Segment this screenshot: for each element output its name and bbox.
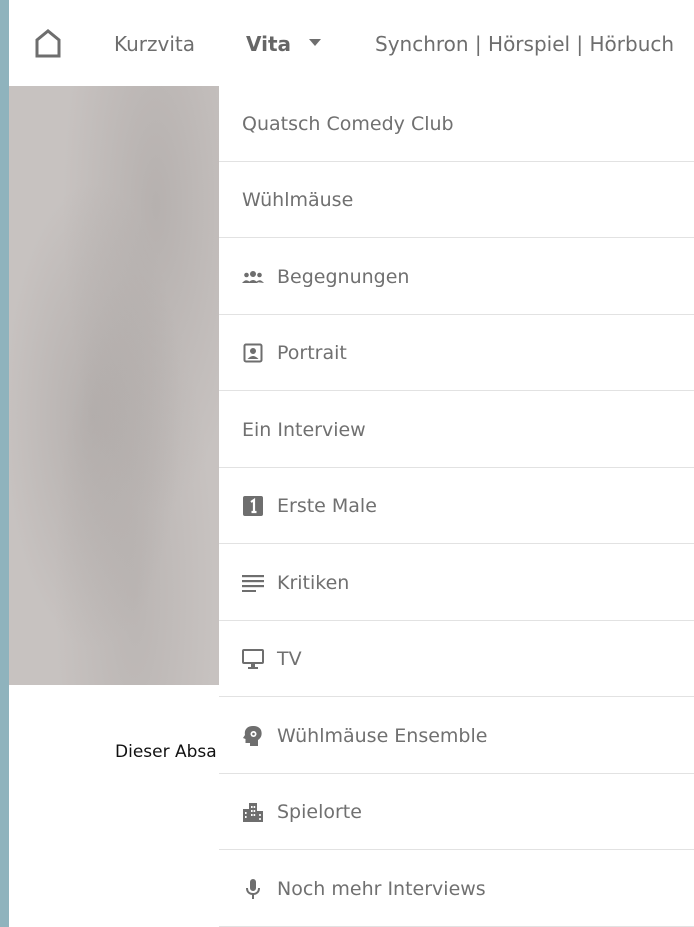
menu-item-label: Kritiken	[277, 571, 350, 594]
menu-item-spielorte[interactable]: Spielorte	[219, 774, 694, 850]
number-one-icon	[242, 495, 264, 517]
menu-item-label: Ein Interview	[242, 418, 366, 441]
head-gear-icon	[242, 725, 264, 747]
nav-link-kurzvita[interactable]: Kurzvita	[114, 31, 195, 57]
lines-icon	[242, 572, 264, 594]
menu-item-kritiken[interactable]: Kritiken	[219, 545, 694, 621]
menu-item-ein-interview[interactable]: Ein Interview	[219, 392, 694, 468]
monitor-icon	[242, 648, 264, 670]
nav-link-synchron[interactable]: Synchron | Hörspiel | Hörbuch	[375, 31, 674, 57]
menu-item-portrait[interactable]: Portrait	[219, 315, 694, 391]
menu-item-tv[interactable]: TV	[219, 621, 694, 697]
menu-item-label: Wühlmäuse Ensemble	[277, 724, 488, 747]
menu-item-label: Erste Male	[277, 494, 377, 517]
nav-link-vita[interactable]: Vita	[246, 31, 291, 57]
caret-down-icon[interactable]	[308, 38, 322, 48]
hero-image	[9, 86, 219, 685]
left-accent-strip	[0, 0, 9, 927]
menu-item-label: Spielorte	[277, 800, 362, 823]
top-navigation: Kurzvita Vita Synchron | Hörspiel | Hörb…	[9, 0, 694, 86]
menu-item-wuehlmaeuse[interactable]: Wühlmäuse	[219, 162, 694, 238]
microphone-icon	[242, 878, 264, 900]
hero-image-texture	[9, 86, 219, 685]
menu-item-noch-mehr-interviews[interactable]: Noch mehr Interviews	[219, 851, 694, 927]
city-icon	[242, 801, 264, 823]
menu-item-wuehlmaeuse-ensemble[interactable]: Wühlmäuse Ensemble	[219, 698, 694, 774]
home-icon[interactable]	[33, 28, 63, 60]
menu-item-label: Wühlmäuse	[242, 188, 354, 211]
portrait-icon	[242, 342, 264, 364]
menu-item-label: Quatsch Comedy Club	[242, 112, 454, 135]
menu-item-erste-male[interactable]: Erste Male	[219, 468, 694, 544]
menu-item-label: Portrait	[277, 341, 347, 364]
menu-item-label: Noch mehr Interviews	[277, 877, 486, 900]
people-icon	[242, 266, 264, 288]
menu-item-label: Begegnungen	[277, 265, 410, 288]
paragraph-text: Dieser Absa	[115, 742, 217, 762]
menu-item-begegnungen[interactable]: Begegnungen	[219, 239, 694, 315]
menu-item-quatsch-comedy-club[interactable]: Quatsch Comedy Club	[219, 86, 694, 162]
vita-dropdown-menu: Quatsch Comedy Club Wühlmäuse Begegnunge…	[219, 86, 694, 927]
menu-item-label: TV	[277, 647, 302, 670]
